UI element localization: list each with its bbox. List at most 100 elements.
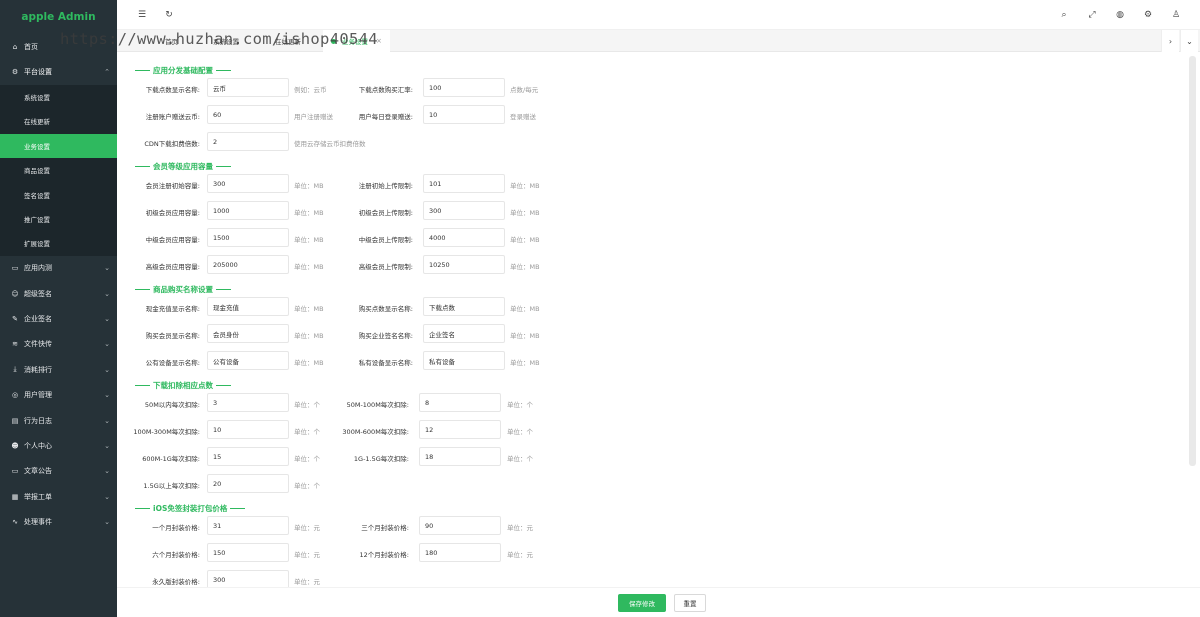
save-button[interactable]: 保存修改 — [618, 594, 666, 612]
sidebar: apple Admin ⌂ 首页 ⚙ 平台设置 ⌃ 系统设置 在线更新 业务设置 商品设置 签名设… — [0, 0, 117, 617]
sidebar-item-3[interactable]: ☺ 超级签名 ⌄ — [0, 281, 117, 306]
user-circle-icon: ◎ — [11, 391, 19, 400]
field-input[interactable]: 3 — [207, 393, 289, 412]
sidebar-subitem-1[interactable]: 在线更新 — [0, 109, 117, 133]
field-label: 三个月封装价格: — [361, 524, 409, 532]
scrollbar[interactable] — [1189, 56, 1196, 466]
field-input[interactable]: 云币 — [207, 78, 289, 97]
tab-online-update[interactable]: 在线更新 — [267, 30, 309, 52]
sidebar-item-5[interactable]: ≋ 文件快传 ⌄ — [0, 332, 117, 357]
refresh-icon[interactable]: ↻ — [163, 9, 175, 21]
sidebar-item-12[interactable]: ∿ 处理事件 ⌄ — [0, 509, 117, 534]
sidebar-item-1[interactable]: ⚙ 平台设置 ⌃ — [0, 59, 117, 84]
field-hint: 单位：MB — [510, 182, 540, 190]
chevron-right-icon[interactable]: › — [1161, 30, 1179, 52]
field-input[interactable]: 会员身份 — [207, 324, 289, 343]
chevron-down-icon: ⌄ — [104, 518, 110, 527]
sidebar-item-2[interactable]: ▭ 应用内测 ⌄ — [0, 256, 117, 281]
sidebar-item-label: 举报工单 — [24, 492, 52, 501]
chevron-down-icon[interactable]: ⌄ — [1180, 30, 1198, 52]
field-input[interactable]: 150 — [207, 543, 289, 562]
field-label: 100M-300M每次扣除: — [133, 428, 200, 436]
field-hint: 单位：个 — [507, 428, 533, 436]
sidebar-item-11[interactable]: ▦ 举报工单 ⌄ — [0, 484, 117, 509]
field-input[interactable]: 15 — [207, 447, 289, 466]
sidebar-item-4[interactable]: ✎ 企业签名 ⌄ — [0, 306, 117, 331]
face-icon: ☻ — [11, 441, 19, 450]
field-input[interactable]: 60 — [207, 105, 289, 124]
ticket-icon: ▦ — [11, 492, 19, 501]
field-input[interactable]: 90 — [419, 516, 501, 535]
section-title: iOS免签封装打包价格 — [132, 503, 248, 514]
sidebar-subitem-3[interactable]: 商品设置 — [0, 158, 117, 182]
sidebar-item-7[interactable]: ◎ 用户管理 ⌄ — [0, 382, 117, 407]
settings-form: 应用分发基础配置 下载点数显示名称: 云币 例如：云币 下载点数购买汇率: 100 点数/每… — [122, 56, 1188, 596]
sidebar-item-8[interactable]: ▤ 行为日志 ⌄ — [0, 408, 117, 433]
menu-toggle-icon[interactable]: ☰ — [136, 9, 148, 21]
search-icon[interactable]: ⌕ — [1058, 9, 1070, 21]
field-label: 初级会员上传限制: — [358, 209, 413, 217]
tab-home[interactable]: 首页 — [157, 30, 186, 52]
globe-icon[interactable]: ◍ — [1114, 9, 1126, 21]
sidebar-item-9[interactable]: ☻ 个人中心 ⌄ — [0, 433, 117, 458]
field-label: 中级会员应用容量: — [145, 236, 200, 244]
field-input[interactable]: 300 — [207, 174, 289, 193]
user-icon[interactable]: ♙ — [1170, 9, 1182, 21]
field-label: 高级会员上传限制: — [358, 263, 413, 271]
section-title: 会员等级应用容量 — [132, 161, 234, 172]
field-input[interactable]: 31 — [207, 516, 289, 535]
field-input[interactable]: 1500 — [207, 228, 289, 247]
field-input[interactable]: 4000 — [423, 228, 505, 247]
field-input[interactable]: 私有设备 — [423, 351, 505, 370]
field-input[interactable]: 企业签名 — [423, 324, 505, 343]
fullscreen-icon[interactable]: ⤢ — [1086, 9, 1098, 21]
sidebar-subitem-4[interactable]: 签名设置 — [0, 182, 117, 206]
home-icon: ⌂ — [12, 42, 18, 51]
sidebar-subitem-5[interactable]: 推广设置 — [0, 207, 117, 231]
field-input[interactable]: 180 — [419, 543, 501, 562]
sidebar-item-0[interactable]: ⌂ 首页 — [0, 34, 117, 59]
section-title-text: 下载扣除相应点数 — [153, 381, 213, 390]
field-input[interactable]: 10250 — [423, 255, 505, 274]
field-label: 购买点数显示名称: — [358, 305, 413, 313]
field-input[interactable]: 12 — [419, 420, 501, 439]
tab-business-settings[interactable]: 业务设置 × — [323, 30, 390, 52]
field-label: 会员注册初始容量: — [145, 182, 200, 190]
sidebar-item-10[interactable]: ▭ 文章公告 ⌄ — [0, 459, 117, 484]
sidebar-subitem-2[interactable]: 业务设置 — [0, 133, 117, 158]
field-input[interactable]: 下载点数 — [423, 297, 505, 316]
section-title-text: 应用分发基础配置 — [153, 66, 213, 75]
settings-icon[interactable]: ⚙ — [1142, 9, 1154, 21]
field-input[interactable]: 公有设备 — [207, 351, 289, 370]
sidebar-item-6[interactable]: ⤓ 消耗排行 ⌄ — [0, 357, 117, 382]
field-input[interactable]: 20 — [207, 474, 289, 493]
close-icon[interactable]: × — [376, 37, 382, 45]
field-input[interactable]: 300 — [423, 201, 505, 220]
field-input[interactable]: 100 — [423, 78, 505, 97]
field-hint: 单位：个 — [507, 455, 533, 463]
field-label: 购买会员显示名称: — [145, 332, 200, 340]
sidebar-item-label: 用户管理 — [24, 391, 52, 400]
section-title: 商品购买名称设置 — [132, 284, 234, 295]
field-label: 现金充值显示名称: — [145, 305, 200, 313]
field-input[interactable]: 205000 — [207, 255, 289, 274]
field-input[interactable]: 1000 — [207, 201, 289, 220]
field-input[interactable]: 现金充值 — [207, 297, 289, 316]
field-hint: 单位：MB — [510, 359, 540, 367]
field-input[interactable]: 10 — [423, 105, 505, 124]
field-label: 购买企业签名名称: — [358, 332, 413, 340]
sidebar-item-label: 平台设置 — [24, 68, 52, 77]
field-input[interactable]: 18 — [419, 447, 501, 466]
tab-system-settings[interactable]: 系统设置 — [205, 30, 247, 52]
sidebar-subitem-6[interactable]: 扩展设置 — [0, 231, 117, 255]
section-title-text: 商品购买名称设置 — [153, 285, 213, 294]
field-input[interactable]: 2 — [207, 132, 289, 151]
field-input[interactable]: 10 — [207, 420, 289, 439]
sidebar-subitem-0[interactable]: 系统设置 — [0, 85, 117, 109]
reset-button[interactable]: 重置 — [674, 594, 706, 612]
field-label: 12个月封装价格: — [359, 551, 409, 559]
active-dot — [331, 38, 336, 44]
field-label: 300M-600M每次扣除: — [342, 428, 409, 436]
field-input[interactable]: 101 — [423, 174, 505, 193]
field-input[interactable]: 8 — [419, 393, 501, 412]
